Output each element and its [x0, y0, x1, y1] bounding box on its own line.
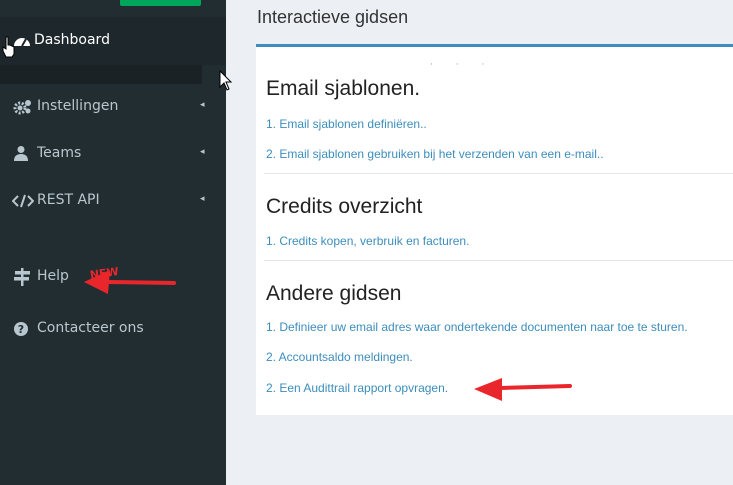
user-icon: [14, 146, 28, 161]
guide-link[interactable]: 1. Email sjablonen definiëren..: [266, 117, 427, 131]
chevron-left-icon: ◂: [200, 100, 205, 110]
section-title: Email sjablonen.: [266, 77, 421, 100]
sidebar-item-label: Help: [37, 268, 69, 284]
annotation-arrow-audittrail: [474, 378, 572, 401]
sidebar-item-label: Instellingen: [37, 98, 119, 114]
sidebar: Dashboard Instellingen ◂ Teams ◂ REST AP…: [0, 0, 226, 485]
submenu-bar: [0, 65, 202, 84]
code-icon: [12, 194, 34, 208]
guide-link[interactable]: 1. Definieer uw email adres waar onderte…: [266, 320, 688, 334]
chevron-left-icon: ◂: [200, 147, 205, 157]
gears-icon: [13, 100, 31, 115]
truncated-text: · · ·: [430, 60, 495, 70]
green-button[interactable]: [120, 0, 201, 6]
svg-text:?: ?: [18, 323, 24, 336]
question-circle-icon: ?: [14, 322, 28, 336]
chevron-left-icon: ◂: [200, 194, 205, 204]
sidebar-item-label: REST API: [37, 192, 100, 208]
sidebar-item-dashboard[interactable]: Dashboard: [0, 17, 226, 65]
divider: [264, 173, 733, 174]
section-title: Credits overzicht: [266, 195, 423, 218]
signpost-icon: [14, 268, 30, 286]
sidebar-item-teams[interactable]: Teams ◂: [0, 139, 226, 169]
annotation-arrow-help: NEW: [84, 265, 176, 294]
sidebar-item-rest-api[interactable]: REST API ◂: [0, 186, 226, 216]
divider: [264, 260, 733, 261]
hand-cursor-icon: [2, 36, 15, 58]
sidebar-item-instellingen[interactable]: Instellingen ◂: [0, 92, 226, 122]
guide-link[interactable]: 2. Accountsaldo meldingen.: [266, 350, 413, 364]
sidebar-item-label: Dashboard: [34, 32, 110, 48]
sidebar-item-label: Contacteer ons: [37, 320, 144, 336]
sidebar-item-contacteer-ons[interactable]: ? Contacteer ons: [0, 314, 226, 344]
guide-link[interactable]: 1. Credits kopen, verbruik en facturen.: [266, 234, 469, 248]
section-title: Andere gidsen: [266, 282, 402, 305]
guide-link[interactable]: 2. Email sjablonen gebruiken bij het ver…: [266, 147, 604, 161]
page-title: Interactieve gidsen: [257, 7, 409, 27]
mouse-pointer-icon: [219, 70, 233, 91]
sidebar-item-label: Teams: [37, 145, 82, 161]
guide-link[interactable]: 2. Een Audittrail rapport opvragen.: [266, 381, 448, 395]
